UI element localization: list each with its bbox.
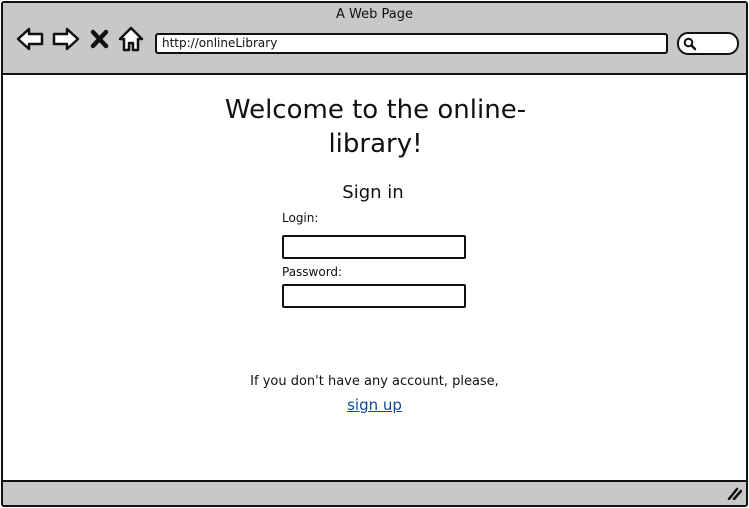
password-field[interactable] (282, 284, 466, 308)
window-title: A Web Page (336, 7, 413, 22)
browser-toolbar: A Web Page http://onlineLibrary (3, 3, 746, 75)
forward-arrow-icon[interactable] (51, 25, 81, 53)
status-bar (3, 480, 746, 505)
signup-prompt: If you don't have any account, please, (250, 374, 499, 389)
browser-window: A Web Page http://onlineLibrary Welcome … (1, 1, 748, 507)
page-content: Welcome to the online- library! Sign in … (3, 75, 746, 480)
sign-up-link[interactable]: sign up (323, 396, 426, 414)
search-icon (683, 37, 697, 51)
page-title-line-2: library! (328, 129, 423, 159)
login-field[interactable] (282, 235, 466, 259)
back-arrow-icon[interactable] (15, 25, 45, 53)
resize-grip-icon[interactable] (726, 485, 743, 504)
search-input[interactable] (677, 32, 739, 55)
home-icon[interactable] (117, 25, 145, 53)
address-bar[interactable]: http://onlineLibrary (155, 33, 668, 54)
sign-in-heading: Sign in (342, 182, 404, 203)
page-title-line-1: Welcome to the online- (224, 95, 527, 125)
password-label: Password: (282, 265, 343, 279)
login-label: Login: (282, 211, 319, 225)
page-title: Welcome to the online- library! (203, 93, 548, 161)
close-icon[interactable] (89, 25, 111, 53)
